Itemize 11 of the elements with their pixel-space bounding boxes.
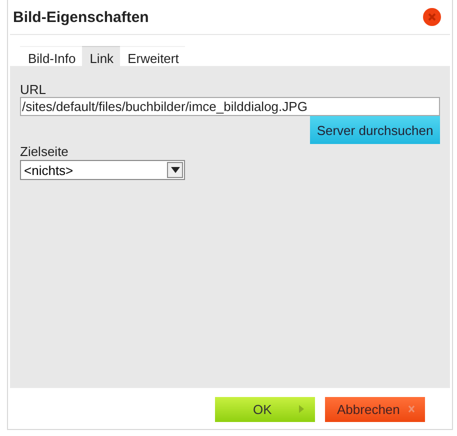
close-icon[interactable] [422,7,442,27]
cancel-button[interactable]: Abbrechen [325,396,425,422]
url-label: URL [20,82,46,97]
url-field[interactable]: /sites/default/files/buchbilder/imce_bilddialog.JPG [20,97,440,116]
close-icon [408,405,415,413]
window-title: Bild-Eigenschaften [13,8,149,26]
browse-server-button[interactable]: Server durchsuchen [310,116,440,144]
target-dropdown[interactable]: <nichts> [20,160,185,180]
target-label: Zielseite [20,144,68,159]
triangle-icon [298,405,305,413]
ok-button[interactable]: OK [215,396,315,422]
